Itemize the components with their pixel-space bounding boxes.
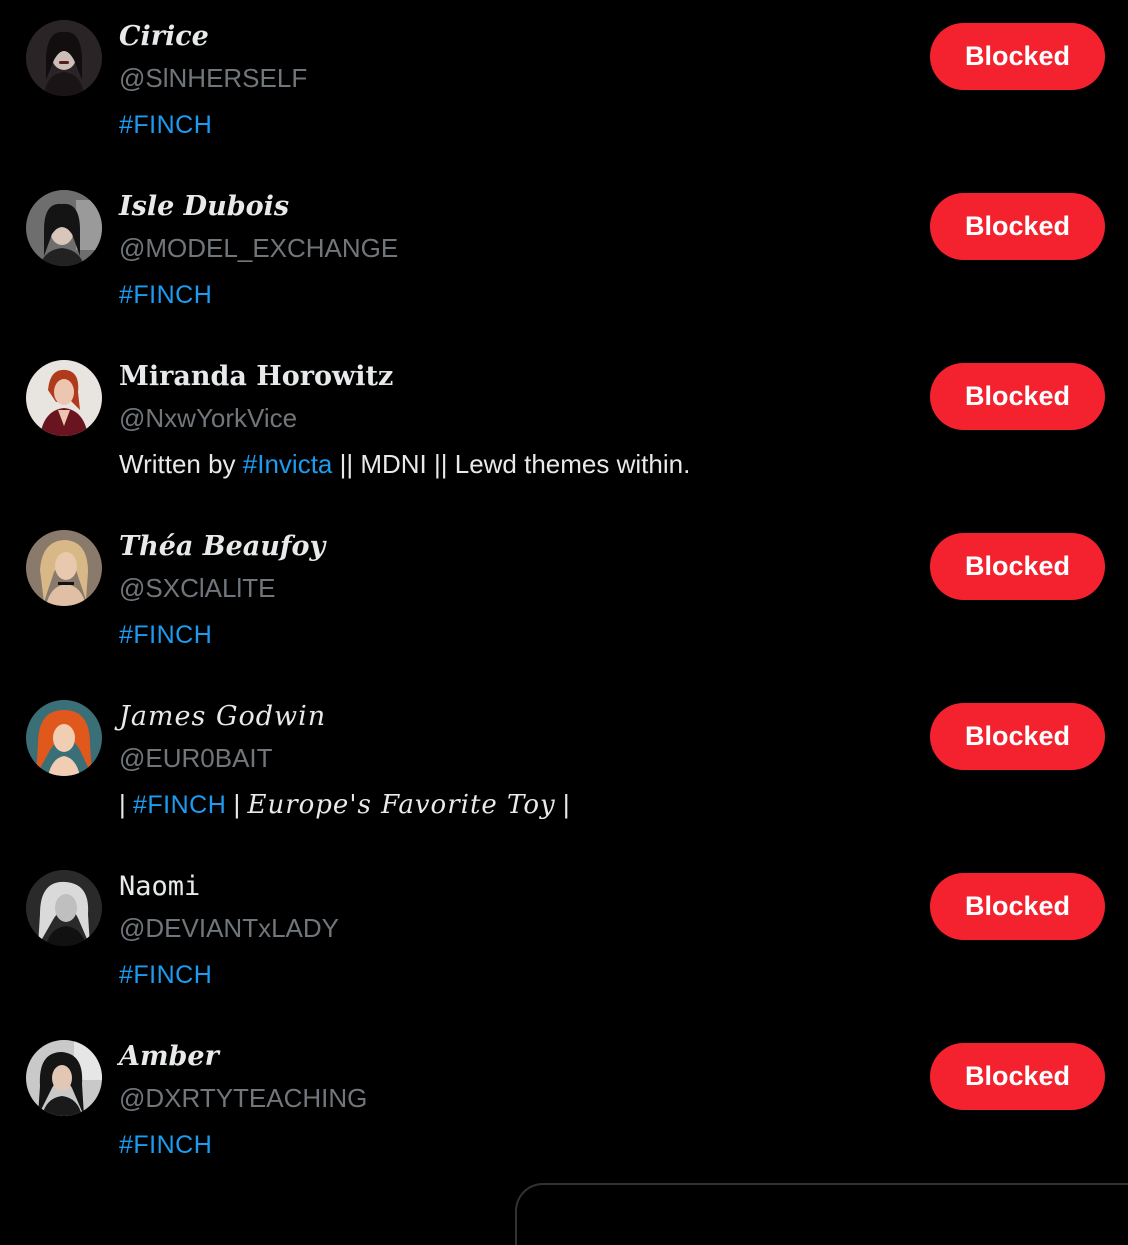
bio-script-text: Europe's Favorite Toy [247, 790, 556, 820]
user-bio: #FINCH [119, 104, 212, 145]
user-bio: | #FINCH | Europe's Favorite Toy | [119, 784, 570, 825]
user-handle[interactable]: @NxwYorkVice [119, 400, 297, 436]
display-name[interactable]: Théa Beaufoy [119, 528, 325, 566]
user-bio: Written by #Invicta || MDNI || Lewd them… [119, 444, 690, 484]
hashtag-link[interactable]: #FINCH [133, 791, 226, 819]
bio-text: | [226, 789, 248, 819]
blocked-button[interactable]: Blocked [930, 703, 1105, 770]
hashtag-link[interactable]: #FINCH [119, 1131, 212, 1159]
user-row[interactable]: Naomi @DEVIANTxLADY #FINCH Blocked [0, 850, 1128, 1020]
user-handle[interactable]: @DEVIANTxLADY [119, 910, 339, 946]
bio-text: | [555, 789, 570, 819]
avatar[interactable] [26, 20, 102, 96]
display-name[interactable]: Naomi [119, 868, 200, 906]
user-row[interactable]: James Godwin @EUR0BAIT | #FINCH | Europe… [0, 680, 1128, 850]
display-name[interactable]: Amber [119, 1038, 219, 1076]
bio-text: | [119, 789, 133, 819]
bio-text: Written by [119, 449, 243, 479]
avatar[interactable] [26, 530, 102, 606]
user-bio: #FINCH [119, 274, 212, 315]
blocked-button[interactable]: Blocked [930, 23, 1105, 90]
avatar[interactable] [26, 870, 102, 946]
user-bio: #FINCH [119, 1124, 212, 1165]
blocked-button[interactable]: Blocked [930, 533, 1105, 600]
display-name[interactable]: Miranda Horowitz [119, 358, 393, 396]
avatar[interactable] [26, 1040, 102, 1116]
bottom-panel-edge [515, 1183, 1128, 1245]
user-bio: #FINCH [119, 954, 212, 995]
avatar[interactable] [26, 360, 102, 436]
user-row[interactable]: Théa Beaufoy @SXClALlTE #FINCH Blocked [0, 510, 1128, 680]
blocked-button[interactable]: Blocked [930, 873, 1105, 940]
user-handle[interactable]: @MODEL_EXCHANGE [119, 230, 398, 266]
blocked-button[interactable]: Blocked [930, 1043, 1105, 1110]
hashtag-link[interactable]: #FINCH [119, 961, 212, 989]
user-row[interactable]: Miranda Horowitz @NxwYorkVice Written by… [0, 340, 1128, 510]
hashtag-link[interactable]: #FINCH [119, 621, 212, 649]
display-name[interactable]: Cirice [119, 18, 209, 56]
avatar[interactable] [26, 190, 102, 266]
display-name[interactable]: Isle Dubois [119, 188, 289, 226]
user-handle[interactable]: @SXClALlTE [119, 570, 275, 606]
avatar[interactable] [26, 700, 102, 776]
hashtag-link[interactable]: #Invicta [243, 449, 333, 479]
user-row[interactable]: Cirice @SlNHERSELF #FINCH Blocked [0, 0, 1128, 170]
user-bio: #FINCH [119, 614, 212, 655]
user-row[interactable]: Amber @DXRTYTEACHING #FINCH Blocked [0, 1020, 1128, 1190]
user-row[interactable]: Isle Dubois @MODEL_EXCHANGE #FINCH Block… [0, 170, 1128, 340]
user-handle[interactable]: @SlNHERSELF [119, 60, 307, 96]
hashtag-link[interactable]: #FINCH [119, 111, 212, 139]
blocked-button[interactable]: Blocked [930, 363, 1105, 430]
user-handle[interactable]: @DXRTYTEACHING [119, 1080, 367, 1116]
user-handle[interactable]: @EUR0BAIT [119, 740, 273, 776]
bio-text: || MDNI || Lewd themes within. [332, 449, 691, 479]
blocked-button[interactable]: Blocked [930, 193, 1105, 260]
hashtag-link[interactable]: #FINCH [119, 281, 212, 309]
display-name[interactable]: James Godwin [119, 698, 326, 736]
